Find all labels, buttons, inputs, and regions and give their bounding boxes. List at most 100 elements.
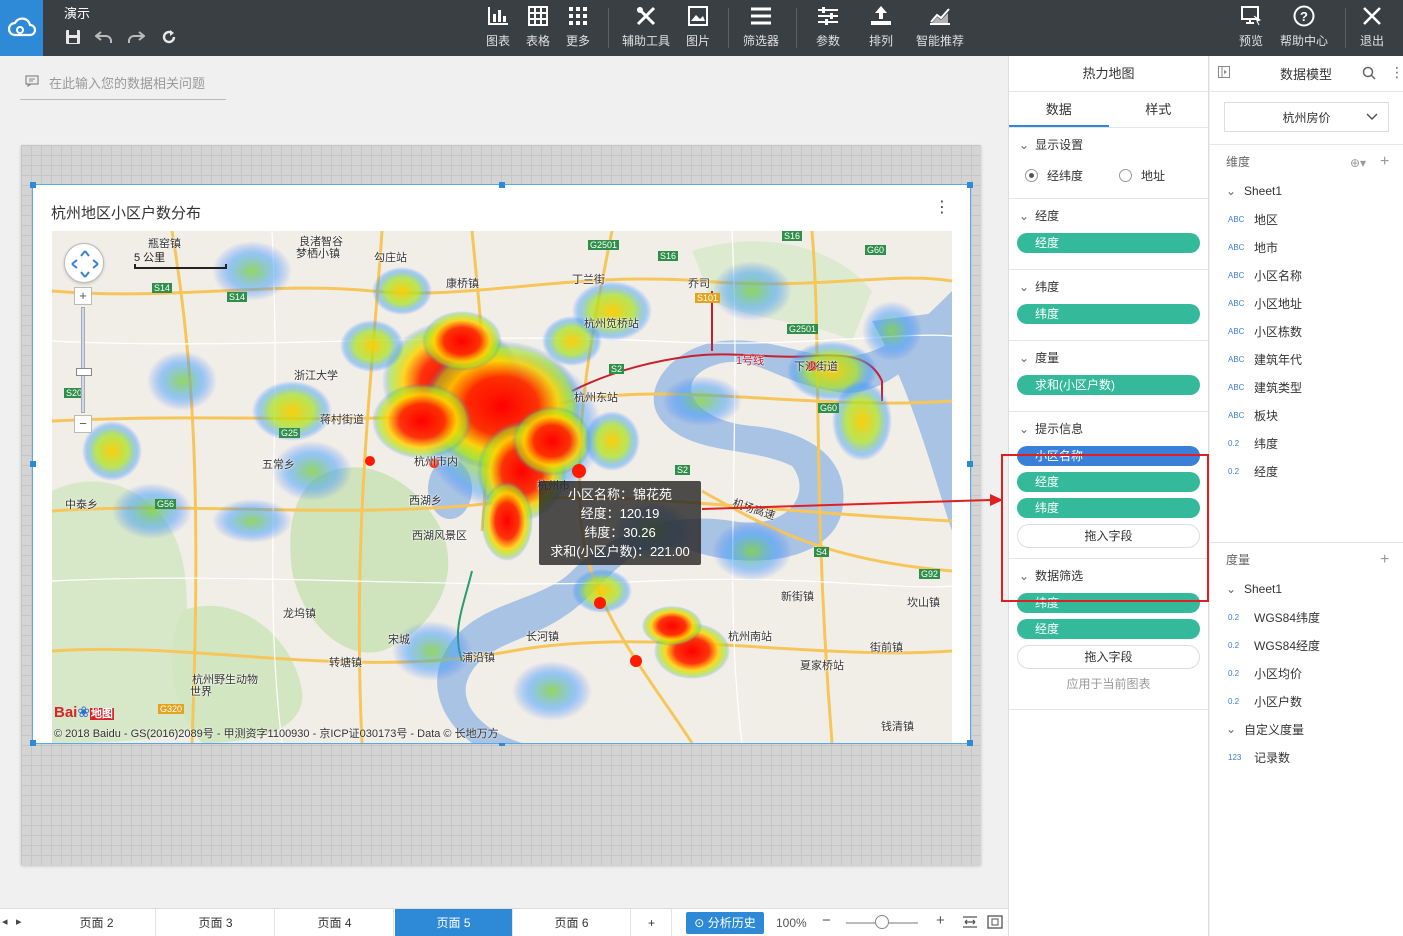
add-page-button[interactable]: + (632, 909, 672, 936)
exit-button[interactable]: 退出 (1357, 4, 1387, 52)
field-item[interactable]: ABC 建筑年代 (1210, 345, 1403, 373)
more-vertical-icon[interactable]: ⋮ (1390, 64, 1403, 81)
fit-screen-icon[interactable] (987, 915, 1003, 932)
redo-icon[interactable] (125, 26, 147, 48)
page-tab[interactable]: 页面 5 (395, 909, 513, 936)
chevron-down-icon: ⌄ (1019, 138, 1030, 152)
add-dimension-icon[interactable]: + (1380, 147, 1389, 177)
zoom-out-button[interactable]: − (74, 415, 92, 433)
page-tab[interactable]: 页面 2 (38, 909, 156, 936)
field-pill[interactable]: 经度 (1017, 619, 1200, 639)
section-header[interactable]: ⌄ 提示信息 (1017, 412, 1200, 446)
zoom-in-button[interactable]: + (74, 287, 92, 305)
cloud-logo-icon[interactable] (0, 0, 43, 56)
baidu-map[interactable]: S14 S14 G2501 G2501 S16 S16 G60 G60 S101… (52, 231, 952, 743)
heatmap-chart-card[interactable]: 杭州地区小区户数分布 ⋮ S14 S14 G2501 G2501 S16 S16… (30, 182, 973, 746)
save-icon[interactable] (62, 26, 84, 48)
resize-handle[interactable] (30, 182, 36, 188)
tab-style[interactable]: 样式 (1109, 92, 1209, 127)
image-button[interactable]: 图片 (684, 4, 712, 52)
resize-handle[interactable] (30, 740, 36, 746)
help-button[interactable]: ? 帮助中心 (1278, 4, 1330, 52)
section-header[interactable]: ⌄ 显示设置 (1017, 128, 1200, 162)
scroll-left-icon[interactable]: ◂ (2, 915, 8, 928)
chart-menu-icon[interactable]: ⋮ (934, 197, 950, 217)
dataset-select[interactable]: 杭州房价 (1224, 102, 1389, 132)
field-type-icon: 0.2 (1228, 466, 1240, 476)
field-item[interactable]: 0.2 WGS84纬度 (1210, 603, 1403, 631)
page-tab[interactable]: 页面 6 (513, 909, 631, 936)
sort-button[interactable]: 排列 (860, 4, 902, 52)
drop-field-slot[interactable]: 拖入字段 (1017, 645, 1200, 669)
smart-recommend-button[interactable]: 智能推荐 (914, 4, 966, 52)
monitor-icon (1239, 4, 1263, 28)
zoom-slider-knob[interactable] (875, 915, 889, 929)
map-zoom-control: + − (74, 287, 92, 435)
field-item[interactable]: ABC 地区 (1210, 205, 1403, 233)
analysis-history-button[interactable]: ⊙ 分析历史 (686, 912, 764, 934)
more-button[interactable]: 更多 (563, 4, 593, 52)
field-item[interactable]: ABC 小区栋数 (1210, 317, 1403, 345)
search-icon[interactable] (1362, 66, 1376, 83)
add-measure-icon[interactable]: + (1380, 545, 1389, 575)
resize-handle[interactable] (967, 182, 973, 188)
field-item[interactable]: ABC 小区名称 (1210, 261, 1403, 289)
field-item[interactable]: 0.2 WGS84经度 (1210, 631, 1403, 659)
panel-title: 热力地图 (1009, 56, 1208, 92)
field-item[interactable]: 123 记录数 (1210, 743, 1403, 771)
panel-tabs: 数据 样式 (1009, 92, 1208, 128)
map-place-label: 转塘镇 (329, 657, 362, 669)
section-header[interactable]: ⌄ 度量 (1017, 341, 1200, 375)
resize-handle[interactable] (967, 461, 973, 467)
field-pill[interactable]: 求和(小区户数) (1017, 375, 1200, 395)
tab-data[interactable]: 数据 (1009, 92, 1109, 127)
map-pan-control[interactable] (64, 243, 104, 283)
zoom-out-icon[interactable]: − (822, 912, 831, 929)
field-item[interactable]: 0.2 经度 (1210, 457, 1403, 485)
apply-to-chart-link[interactable]: 应用于当前图表 (1017, 669, 1200, 699)
field-pill[interactable]: 纬度 (1017, 304, 1200, 324)
road-shield: S16 (658, 251, 679, 261)
radio-address[interactable] (1119, 168, 1133, 182)
page-tab[interactable]: 页面 4 (276, 909, 394, 936)
map-place-label: 西湖乡 (409, 495, 442, 507)
field-item[interactable]: ABC 板块 (1210, 401, 1403, 429)
params-button[interactable]: 参数 (808, 4, 848, 52)
model-panel-header: 数据模型 ⋮ (1210, 56, 1403, 92)
table-button[interactable]: 表格 (523, 4, 553, 52)
preview-button[interactable]: 预览 (1236, 4, 1266, 52)
undo-icon[interactable] (93, 26, 115, 48)
resize-handle[interactable] (30, 461, 36, 467)
collapse-panel-icon[interactable] (1218, 66, 1230, 81)
zoom-in-icon[interactable]: + (936, 912, 945, 929)
radio-lnglat[interactable] (1025, 168, 1038, 182)
page-tab[interactable]: 页面 3 (157, 909, 275, 936)
map-place-label: 长河镇 (526, 631, 559, 643)
section-header[interactable]: ⌄ 经度 (1017, 199, 1200, 233)
resize-handle[interactable] (499, 182, 505, 188)
zoom-slider-thumb[interactable] (76, 368, 92, 376)
scroll-right-icon[interactable]: ▸ (16, 915, 22, 928)
section-header[interactable]: ⌄ 纬度 (1017, 270, 1200, 304)
globe-icon[interactable]: ⊕▾ (1350, 148, 1366, 178)
fit-width-icon[interactable] (962, 915, 978, 932)
tools-button[interactable]: 辅助工具 (620, 4, 672, 52)
field-item[interactable]: 0.2 小区均价 (1210, 659, 1403, 687)
field-item[interactable]: ABC 地市 (1210, 233, 1403, 261)
field-item[interactable]: 0.2 纬度 (1210, 429, 1403, 457)
field-pill[interactable]: 经度 (1017, 233, 1200, 253)
chart-button[interactable]: 图表 (483, 4, 513, 52)
question-input[interactable]: 在此输入您的数据相关问题 (20, 66, 226, 100)
field-item[interactable]: ABC 小区地址 (1210, 289, 1403, 317)
filter-button[interactable]: 筛选器 (740, 4, 782, 52)
pan-arrows-icon (71, 250, 99, 278)
measure-sheet[interactable]: ⌄ Sheet1 (1210, 575, 1403, 603)
dimension-sheet[interactable]: ⌄ Sheet1 (1210, 177, 1403, 205)
field-item[interactable]: ABC 建筑类型 (1210, 373, 1403, 401)
zoom-slider[interactable] (846, 915, 918, 929)
field-item[interactable]: 0.2 小区户数 (1210, 687, 1403, 715)
refresh-icon[interactable] (158, 26, 180, 48)
zoom-slider-track[interactable] (76, 307, 92, 413)
resize-handle[interactable] (967, 740, 973, 746)
custom-measure-group[interactable]: ⌄ 自定义度量 (1210, 715, 1403, 743)
